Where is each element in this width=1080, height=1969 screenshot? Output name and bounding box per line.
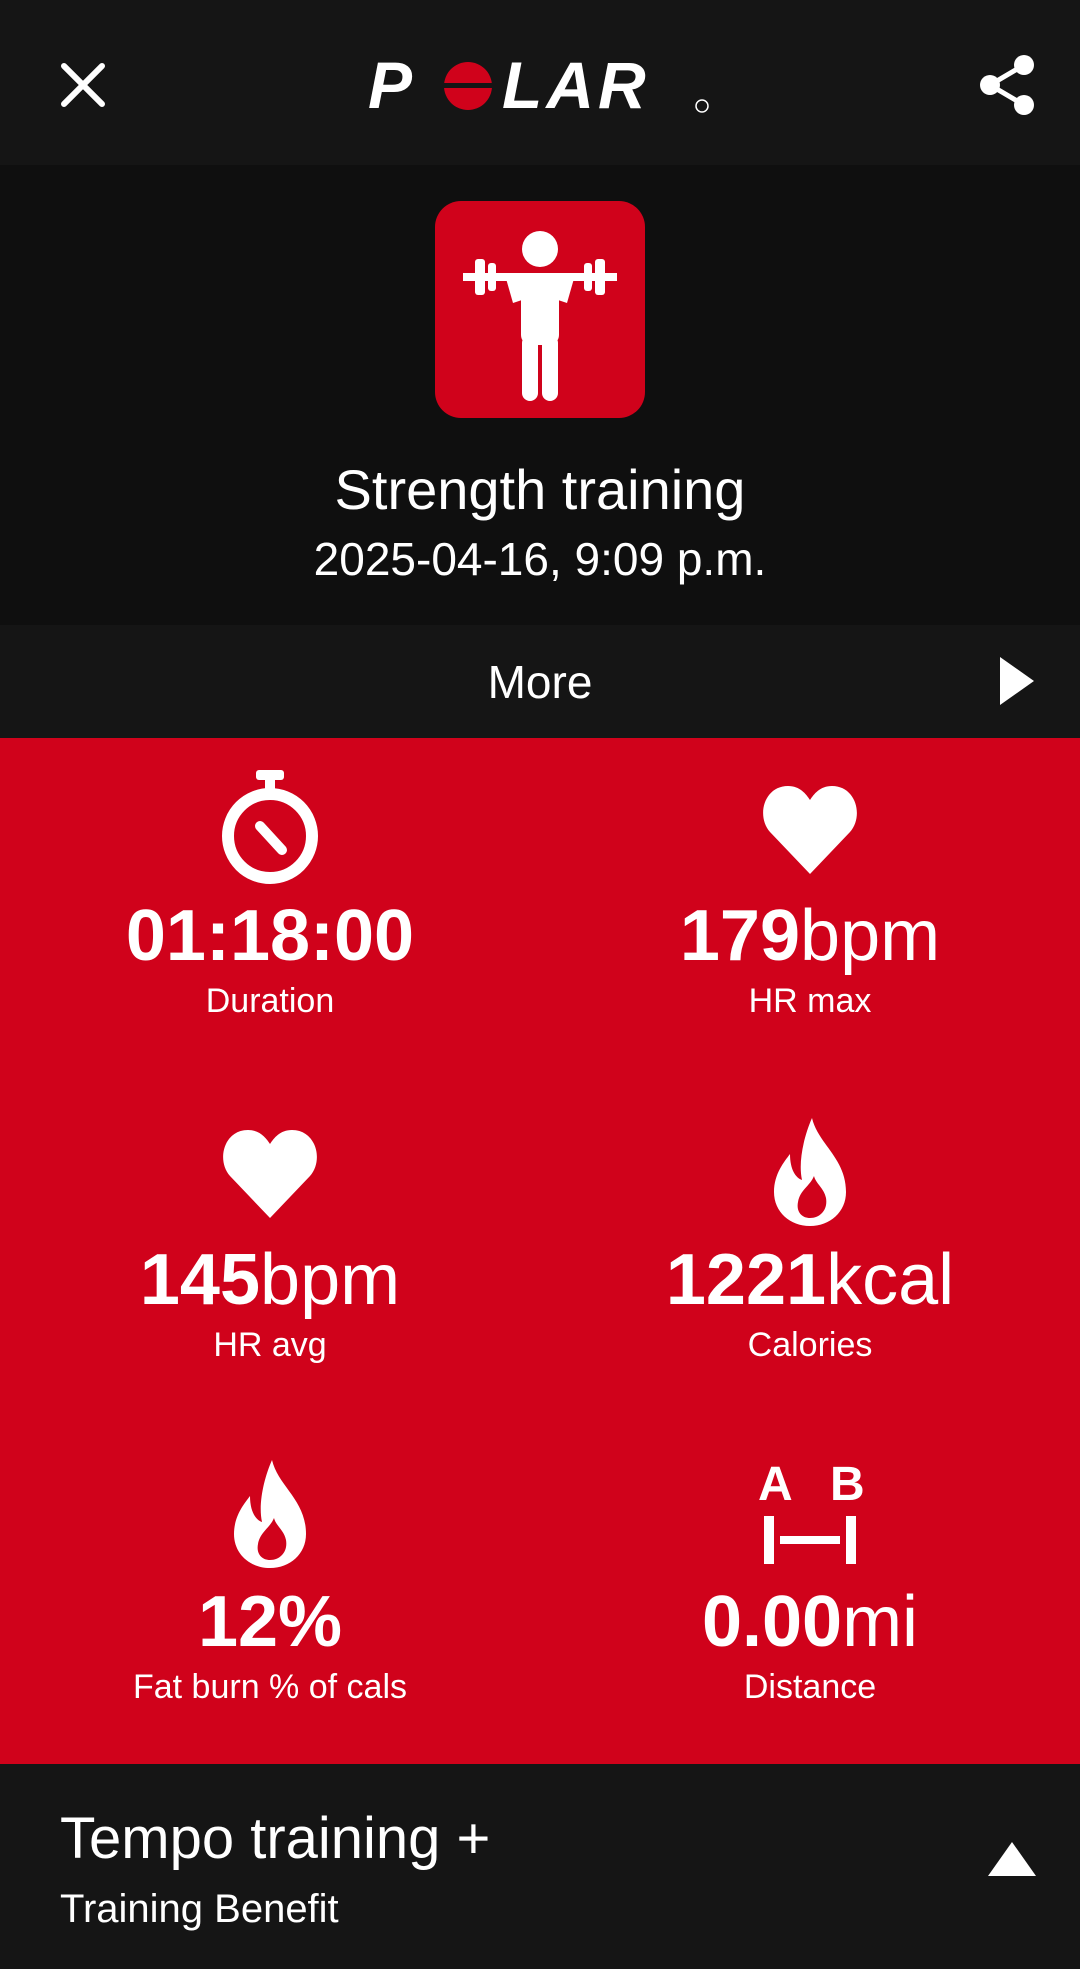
app-header: P LAR (0, 0, 1080, 165)
stat-value: 179bpm (679, 896, 941, 976)
more-label: More (487, 655, 593, 708)
training-benefit-title: Tempo training + (60, 1806, 491, 1871)
stat-duration: 01:18:00 Duration (0, 770, 540, 1022)
svg-text:A: A (758, 1458, 793, 1511)
stat-fat-burn: 12% Fat burn % of cals (0, 1456, 540, 1708)
weightlifting-icon (435, 201, 645, 418)
flame-icon (234, 1460, 306, 1568)
stat-distance: A B 0.00mi Distance (540, 1456, 1080, 1708)
training-benefit-panel[interactable]: Tempo training + Training Benefit (0, 1764, 1080, 1969)
svg-text:B: B (830, 1458, 865, 1511)
training-benefit-subtitle: Training Benefit (60, 1887, 339, 1931)
stat-hr-max: 179bpm HR max (540, 770, 1080, 1022)
share-icon (980, 55, 1034, 115)
stopwatch-icon (222, 770, 318, 884)
stat-label: HR max (748, 982, 872, 1020)
more-button[interactable]: More (0, 625, 1080, 738)
stat-value: 145bpm (139, 1240, 401, 1320)
stat-hr-avg: 145bpm HR avg (0, 1114, 540, 1366)
svg-text:LAR: LAR (502, 52, 650, 118)
polar-logo: P LAR (368, 48, 712, 122)
sport-title: Strength training (334, 458, 746, 521)
close-button[interactable] (40, 42, 126, 128)
stat-label: HR avg (213, 1326, 327, 1364)
play-arrow-icon (1000, 657, 1034, 705)
stat-label: Fat burn % of cals (132, 1668, 407, 1706)
session-summary: Strength training 2025-04-16, 9:09 p.m. (0, 165, 1080, 625)
flame-icon (774, 1118, 846, 1226)
stat-value: 0.00mi (701, 1582, 919, 1662)
heart-icon (223, 1130, 317, 1218)
stat-label: Distance (743, 1668, 877, 1706)
stat-value: 1221kcal (665, 1240, 955, 1320)
stat-label: Calories (747, 1326, 873, 1364)
heart-icon (763, 786, 857, 874)
session-datetime: 2025-04-16, 9:09 p.m. (313, 533, 767, 585)
share-button[interactable] (960, 42, 1056, 128)
stat-value: 01:18:00 (125, 896, 415, 976)
stat-value: 12% (197, 1582, 343, 1662)
svg-text:P: P (368, 52, 414, 118)
stats-grid: 01:18:00 Duration 179bpm HR max 145bpm H… (0, 738, 1080, 1764)
expand-up-icon[interactable] (984, 1838, 1040, 1882)
distance-ab-icon: A B (758, 1458, 865, 1564)
close-icon (61, 63, 105, 107)
stat-label: Duration (205, 982, 335, 1020)
stat-calories: 1221kcal Calories (540, 1114, 1080, 1366)
